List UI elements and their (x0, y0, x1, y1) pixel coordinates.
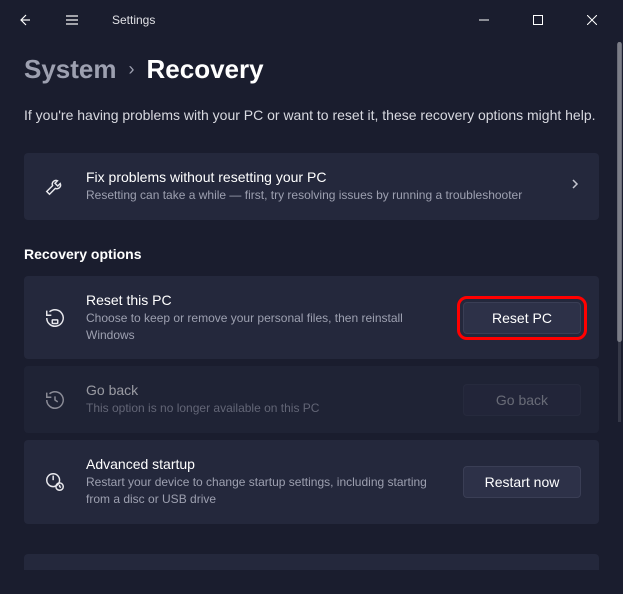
go-back-subtitle: This option is no longer available on th… (86, 400, 445, 417)
reset-pc-button[interactable]: Reset PC (463, 302, 581, 334)
chevron-right-icon: › (129, 59, 135, 80)
card-text: Reset this PC Choose to keep or remove y… (86, 292, 445, 344)
card-text: Advanced startup Restart your device to … (86, 456, 445, 508)
history-icon (42, 387, 68, 413)
content: System › Recovery If you're having probl… (0, 40, 623, 594)
recovery-options-heading: Recovery options (24, 246, 599, 262)
scrollbar-thumb[interactable] (617, 42, 622, 342)
advanced-startup-title: Advanced startup (86, 456, 445, 472)
restart-now-button[interactable]: Restart now (463, 466, 581, 498)
fix-problems-title: Fix problems without resetting your PC (86, 169, 551, 185)
breadcrumb-parent[interactable]: System (24, 54, 117, 85)
advanced-startup-subtitle: Restart your device to change startup se… (86, 474, 445, 508)
chevron-right-icon (569, 177, 581, 195)
arrow-left-icon (16, 12, 32, 28)
close-button[interactable] (569, 4, 615, 36)
reset-pc-subtitle: Choose to keep or remove your personal f… (86, 310, 445, 344)
card-action: Reset PC (463, 302, 581, 334)
wrench-icon (42, 173, 68, 199)
card-stub (24, 554, 599, 570)
recovery-options-list: Reset this PC Choose to keep or remove y… (24, 276, 599, 528)
go-back-button: Go back (463, 384, 581, 416)
advanced-startup-card: Advanced startup Restart your device to … (24, 440, 599, 524)
reset-pc-title: Reset this PC (86, 292, 445, 308)
close-icon (587, 15, 597, 25)
titlebar: Settings (0, 0, 623, 40)
card-text: Fix problems without resetting your PC R… (86, 169, 551, 204)
reset-pc-card: Reset this PC Choose to keep or remove y… (24, 276, 599, 360)
maximize-button[interactable] (515, 4, 561, 36)
back-button[interactable] (8, 4, 40, 36)
card-action: Go back (463, 384, 581, 416)
hamburger-icon (64, 12, 80, 28)
page-description: If you're having problems with your PC o… (24, 107, 599, 123)
fix-problems-card[interactable]: Fix problems without resetting your PC R… (24, 153, 599, 220)
power-settings-icon (42, 469, 68, 495)
go-back-card: Go back This option is no longer availab… (24, 366, 599, 433)
breadcrumb-current: Recovery (147, 54, 264, 85)
menu-button[interactable] (56, 4, 88, 36)
window-controls (461, 4, 615, 36)
reset-icon (42, 305, 68, 331)
breadcrumb: System › Recovery (24, 54, 599, 85)
titlebar-left: Settings (8, 4, 155, 36)
fix-problems-subtitle: Resetting can take a while — first, try … (86, 187, 551, 204)
minimize-button[interactable] (461, 4, 507, 36)
maximize-icon (533, 15, 543, 25)
minimize-icon (479, 15, 489, 25)
card-text: Go back This option is no longer availab… (86, 382, 445, 417)
app-title: Settings (112, 13, 155, 27)
card-action: Restart now (463, 466, 581, 498)
go-back-title: Go back (86, 382, 445, 398)
